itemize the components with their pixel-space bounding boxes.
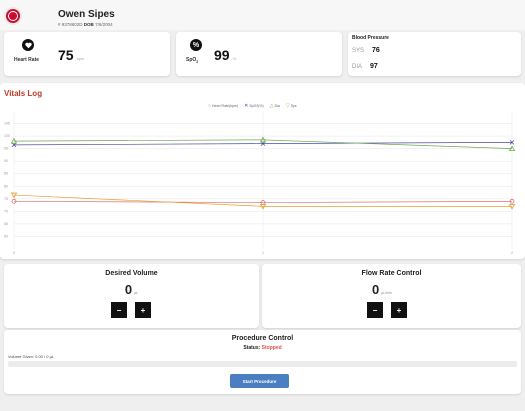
- heart-icon: [22, 39, 34, 51]
- heart-rate-value: 75: [58, 47, 74, 63]
- start-procedure-button[interactable]: Start Procedure: [230, 374, 289, 388]
- flow-rate-value: 0: [372, 282, 380, 297]
- dia-value: 97: [370, 63, 378, 70]
- dob-label: DOB: [83, 22, 94, 27]
- procedure-status: Status: Stopped: [4, 345, 521, 351]
- desired-volume-unit: µL: [134, 291, 139, 295]
- desired-volume-decrement-button[interactable]: −: [111, 302, 127, 318]
- patient-header: Owen Sipes # 9378602D DOB 7/6/2004: [0, 0, 525, 30]
- y-tick-label: 80: [4, 184, 8, 188]
- sys-label: SYS: [352, 48, 365, 54]
- flow-rate-decrement-button[interactable]: −: [367, 302, 383, 318]
- y-tick-label: 100: [4, 134, 10, 138]
- y-tick-label: 70: [4, 209, 8, 213]
- x-tick-label: 1: [262, 251, 264, 255]
- desired-volume-card: Desired Volume 0 µL − +: [4, 264, 259, 328]
- dia-label: DIA: [352, 64, 363, 70]
- y-tick-label: 85: [4, 172, 8, 176]
- desired-volume-increment-button[interactable]: +: [135, 302, 151, 318]
- procedure-control-card: Procedure Control Status: Stopped Volume…: [4, 330, 521, 394]
- y-tick-label: 75: [4, 197, 8, 201]
- vitals-log-card: Vitals Log ○ Heart Rate(bpm) ✕ SpO2(%) △ Dia ▽…: [0, 83, 525, 259]
- heart-rate-label: Heart Rate: [14, 57, 40, 63]
- blood-pressure-title: Blood Pressure: [352, 35, 389, 41]
- y-tick-label: 105: [4, 122, 10, 126]
- heart-rate-card: Heart Rate 75 bpm: [4, 32, 170, 76]
- hospital-logo: [4, 7, 22, 25]
- spo2-card: % SpO2 99 %: [176, 32, 342, 76]
- y-tick-label: 90: [4, 159, 8, 163]
- procedure-progress-bar: [8, 361, 517, 367]
- page-footer-space: [0, 400, 525, 411]
- status-value: Stopped: [261, 345, 282, 351]
- patient-name: Owen Sipes: [58, 9, 115, 20]
- blood-pressure-card: Blood Pressure SYS 76 DIA 97: [348, 32, 521, 76]
- spo2-value: 99: [214, 47, 230, 63]
- heart-rate-unit: bpm: [76, 56, 85, 61]
- spo2-label: SpO2: [186, 57, 199, 64]
- y-tick-label: 60: [4, 234, 8, 238]
- status-label: Status:: [243, 345, 261, 351]
- x-tick-label: 2: [511, 251, 513, 255]
- volume-given-text: Volume Given: 0.00 / 0 µL: [8, 354, 55, 359]
- percent-icon: %: [190, 39, 202, 51]
- vitals-chart: 60 65 70 75 80 85 90 95 100 105 0 1 2: [4, 111, 516, 255]
- patient-id: # 9378602D: [58, 22, 83, 27]
- y-tick-label: 95: [4, 147, 8, 151]
- x-tick-label: 0: [13, 251, 15, 255]
- desired-volume-value: 0: [124, 282, 133, 297]
- patient-dob: 7/6/2004: [95, 22, 113, 27]
- flow-rate-title: Flow Rate Control: [361, 270, 422, 277]
- flow-rate-increment-button[interactable]: +: [391, 302, 407, 318]
- procedure-control-title: Procedure Control: [231, 335, 294, 342]
- spo2-unit: %: [232, 56, 237, 61]
- y-tick-label: 65: [4, 222, 8, 226]
- flow-rate-unit: µL/min: [381, 291, 392, 295]
- desired-volume-title: Desired Volume: [105, 270, 158, 277]
- flow-rate-card: Flow Rate Control 0 µL/min − +: [262, 264, 521, 328]
- sys-value: 76: [372, 47, 380, 54]
- patient-meta: # 9378602D DOB 7/6/2004: [58, 22, 113, 27]
